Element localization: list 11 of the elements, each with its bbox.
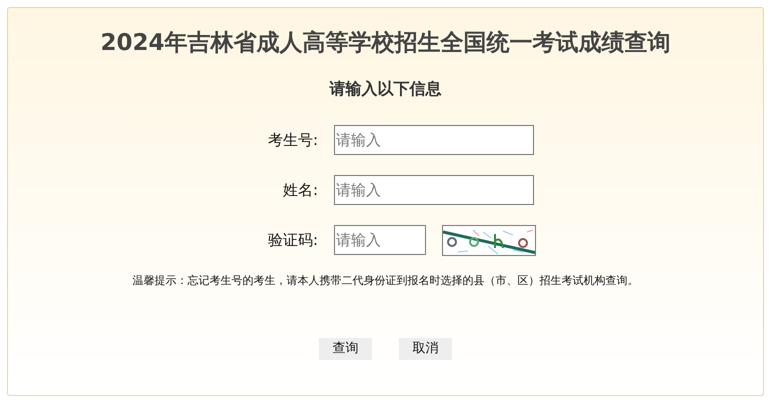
form-button[interactable]: 查询 — [319, 338, 372, 360]
input-field[interactable]: 请输入 — [334, 225, 426, 255]
field-label: 姓名: — [282, 180, 318, 201]
notice-text: 温馨提示：忘记考生号的考生，请本人携带二代身份证到报名时选择的县（市、区）招生考试机构查询。 — [132, 273, 638, 289]
form-heading: 请输入以下信息 — [330, 78, 442, 100]
input-field[interactable]: 请输入 — [334, 125, 534, 155]
field-label: 验证码: — [266, 230, 318, 251]
field-label: 考生号: — [266, 130, 318, 151]
input-field[interactable]: 请输入 — [334, 175, 534, 205]
form-button[interactable]: 取消 — [399, 338, 452, 360]
page-title: 2024年吉林省成人高等学校招生全国统一考试成绩查询 — [100, 29, 670, 58]
